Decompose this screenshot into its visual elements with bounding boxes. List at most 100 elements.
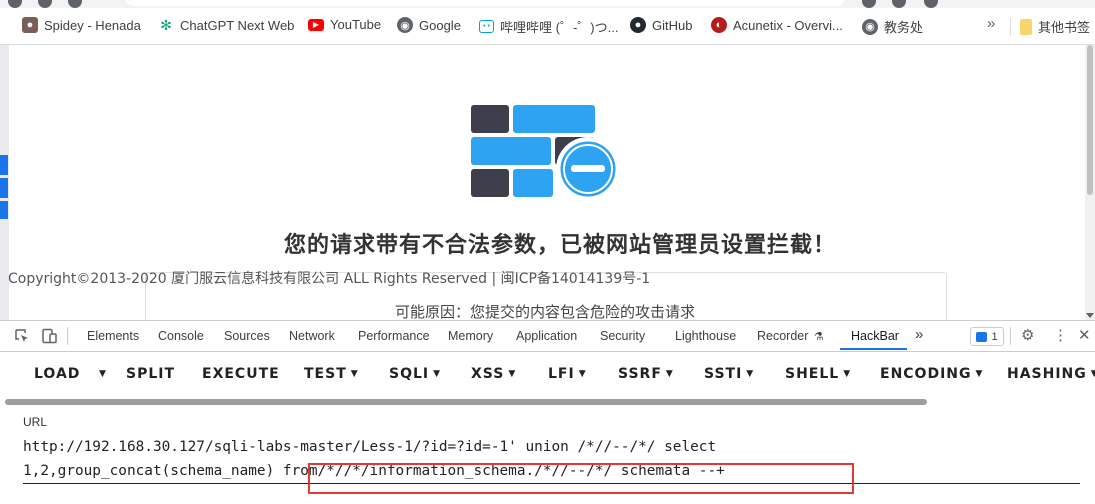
menu-label: HASHING xyxy=(1007,366,1087,382)
bookmark-label: 教务处 xyxy=(884,20,924,35)
chatgpt-icon: ✻ xyxy=(158,17,174,33)
close-icon[interactable]: ✕ xyxy=(1078,326,1091,344)
caret-down-icon: ▼ xyxy=(1091,369,1095,379)
extension-icon[interactable] xyxy=(892,0,906,8)
bookmarks-bar: ● Spidey - Henada ✻ ChatGPT Next Web ▶ Y… xyxy=(0,8,1095,45)
reason-text: 可能原因：您提交的内容包含危险的攻击请求 xyxy=(394,303,695,320)
execute-button[interactable]: EXECUTE xyxy=(202,366,280,382)
tab-label: Recorder xyxy=(757,329,809,343)
bookmark-acunetix[interactable]: ◐ Acunetix - Overvi... xyxy=(711,17,843,33)
tab-console[interactable]: Console xyxy=(158,329,204,343)
address-bar[interactable] xyxy=(125,0,845,6)
lfi-menu[interactable]: LFI ▼ xyxy=(548,366,587,382)
sqli-menu[interactable]: SQLI ▼ xyxy=(389,366,441,382)
split-button[interactable]: SPLIT xyxy=(126,366,175,382)
forward-arrow-icon[interactable] xyxy=(38,0,52,8)
other-bookmarks-folder[interactable]: 其他书签 xyxy=(1020,17,1090,36)
globe-icon: ◉ xyxy=(862,18,878,35)
google-globe-icon: ◉ xyxy=(397,17,413,33)
issues-badge[interactable]: 1 xyxy=(970,327,1004,346)
menu-label: SQLI xyxy=(389,366,430,382)
bookmark-label: GitHub xyxy=(652,17,693,33)
github-icon: ● xyxy=(630,17,646,33)
caret-down-icon: ▼ xyxy=(508,369,517,379)
tab-application[interactable]: Application xyxy=(516,329,577,343)
tab-performance[interactable]: Performance xyxy=(358,329,430,343)
devtools-tabbar: Elements Console Sources Network Perform… xyxy=(0,321,1095,352)
load-button[interactable]: LOAD xyxy=(34,366,80,382)
bookmark-jiaowuchu[interactable]: ◉ 教务处 xyxy=(862,17,923,36)
caret-down-icon: ▼ xyxy=(975,369,984,379)
menu-label: SSTI xyxy=(704,366,743,382)
bilibili-icon: • • xyxy=(479,20,494,33)
caret-down-icon: ▼ xyxy=(433,369,442,379)
issues-count: 1 xyxy=(991,330,998,343)
page-scrollbar[interactable] xyxy=(1085,45,1095,320)
bookmark-google[interactable]: ◉ Google xyxy=(397,17,461,33)
ssrf-menu[interactable]: SSRF ▼ xyxy=(618,366,674,382)
bookmark-bilibili[interactable]: • • 哔哩哔哩 (゜-゜)つ... xyxy=(479,17,618,36)
tab-network[interactable]: Network xyxy=(289,329,335,343)
folder-icon xyxy=(1020,18,1032,35)
more-tabs-button[interactable]: » xyxy=(915,326,923,343)
device-toolbar-icon[interactable] xyxy=(41,328,57,344)
ssti-menu[interactable]: SSTI ▼ xyxy=(704,366,754,382)
spidey-avatar-icon: ● xyxy=(22,17,38,33)
bookmark-label: 哔哩哔哩 (゜-゜)つ... xyxy=(500,20,619,35)
menu-label: SHELL xyxy=(785,366,840,382)
menu-label: SSRF xyxy=(618,366,662,382)
blocked-page: 您的请求带有不合法参数，已被网站管理员设置拦截！ Copyright©2013-… xyxy=(0,45,1095,320)
encoding-menu[interactable]: ENCODING ▼ xyxy=(880,366,983,382)
bookmark-spidey[interactable]: ● Spidey - Henada xyxy=(22,17,141,33)
devtools-panel: Elements Console Sources Network Perform… xyxy=(0,320,1095,504)
reload-icon[interactable] xyxy=(68,0,82,8)
tab-hackbar[interactable]: HackBar xyxy=(851,329,899,343)
tab-recorder[interactable]: Recorder ⚗ xyxy=(757,329,824,343)
tab-lighthouse[interactable]: Lighthouse xyxy=(675,329,736,343)
profile-icon[interactable] xyxy=(862,0,876,8)
inspect-element-icon[interactable] xyxy=(14,328,30,344)
edge-marker xyxy=(0,201,8,219)
active-tab-indicator xyxy=(840,348,907,350)
tab-sources[interactable]: Sources xyxy=(224,329,270,343)
bookmark-label: Spidey - Henada xyxy=(44,17,141,33)
kebab-menu-icon[interactable]: ⋮ xyxy=(1053,326,1068,344)
url-label: URL xyxy=(23,415,48,429)
edge-marker xyxy=(0,178,8,198)
scroll-down-arrow-icon[interactable] xyxy=(1086,313,1094,318)
caret-down-icon: ▼ xyxy=(350,369,359,379)
highlight-annotation-box xyxy=(308,463,854,494)
browser-top-strip xyxy=(0,0,1095,8)
test-menu[interactable]: TEST ▼ xyxy=(304,366,359,382)
shell-menu[interactable]: SHELL ▼ xyxy=(785,366,851,382)
hashing-menu[interactable]: HASHING ▼ xyxy=(1007,366,1095,382)
hackbar-toolbar: LOAD ▼ SPLIT EXECUTE TEST ▼ SQLI ▼ XSS ▼ LF… xyxy=(0,351,1095,399)
bookmark-label: YouTube xyxy=(330,17,382,32)
back-arrow-icon[interactable] xyxy=(8,0,22,8)
load-dropdown-icon[interactable]: ▼ xyxy=(95,366,107,382)
tab-memory[interactable]: Memory xyxy=(448,329,493,343)
scrollbar-thumb[interactable] xyxy=(1087,45,1093,195)
settings-gear-icon[interactable]: ⚙ xyxy=(1021,326,1034,344)
tab-security[interactable]: Security xyxy=(600,329,645,343)
bookmark-github[interactable]: ● GitHub xyxy=(630,17,692,33)
bookmark-label: ChatGPT Next Web xyxy=(180,17,295,33)
menu-label: TEST xyxy=(304,366,347,382)
tab-elements[interactable]: Elements xyxy=(87,329,139,343)
bookmark-chatgpt[interactable]: ✻ ChatGPT Next Web xyxy=(158,17,294,33)
bookmarks-overflow-button[interactable]: » xyxy=(987,15,995,32)
message-icon xyxy=(976,331,988,342)
tab-divider xyxy=(1010,327,1011,345)
bookmark-youtube[interactable]: ▶ YouTube xyxy=(308,17,381,32)
copyright-text: Copyright©2013-2020 厦门服云信息科技有限公司 ALL Rig… xyxy=(8,271,651,287)
caret-down-icon: ▼ xyxy=(665,369,674,379)
url-input-line-1[interactable]: http://192.168.30.127/sqli-labs-master/L… xyxy=(23,439,716,455)
bookmark-label: Google xyxy=(419,17,461,33)
menu-label: ENCODING xyxy=(880,366,972,382)
bookmark-label: Acunetix - Overvi... xyxy=(733,17,843,33)
xss-menu[interactable]: XSS ▼ xyxy=(471,366,516,382)
extension-icon[interactable] xyxy=(924,0,938,8)
toolbar-horizontal-scrollbar[interactable] xyxy=(5,399,927,405)
tab-divider xyxy=(67,327,68,345)
youtube-icon: ▶ xyxy=(308,18,324,31)
